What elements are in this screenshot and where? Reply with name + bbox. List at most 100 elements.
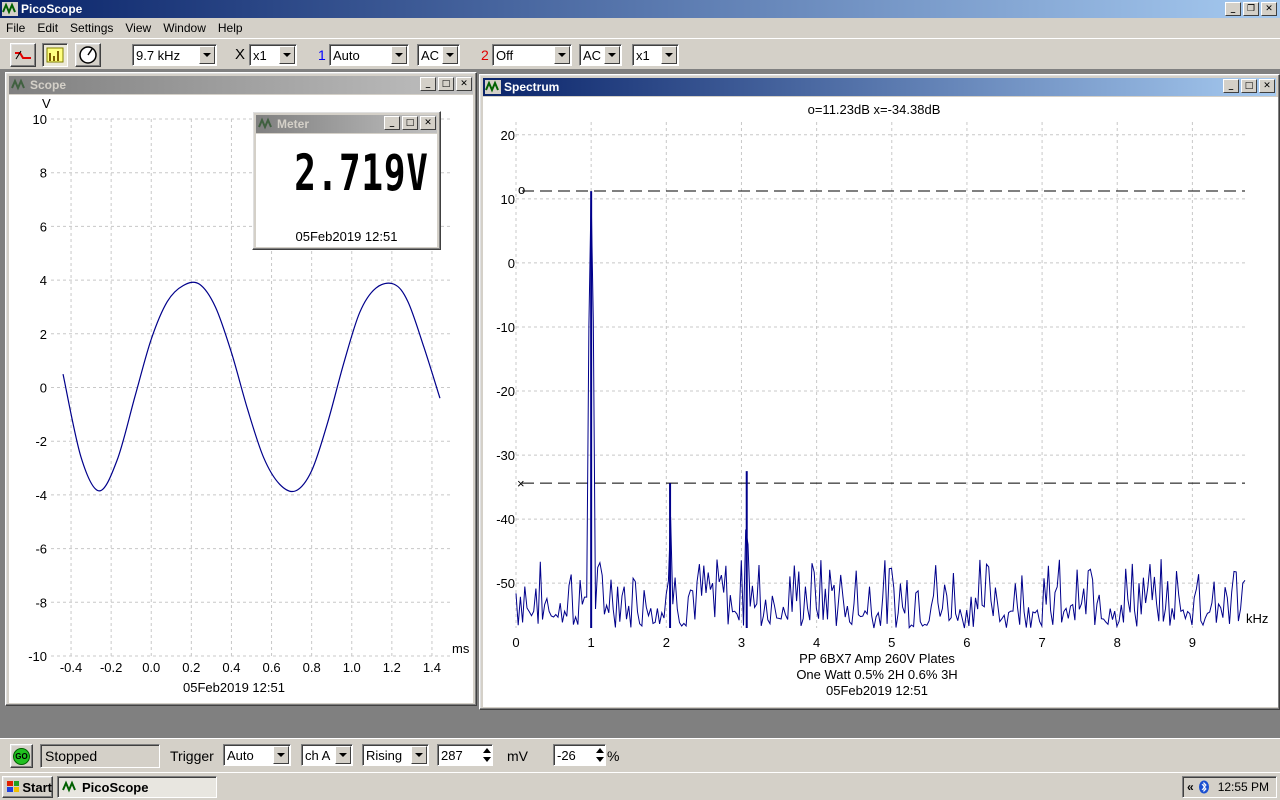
- x-tick-label: 9: [1189, 635, 1196, 650]
- chevron-down-icon[interactable]: [199, 46, 215, 64]
- y-tick-label: 6: [40, 219, 47, 234]
- start-label: Start: [22, 779, 52, 795]
- scope-window-title: Scope: [30, 78, 67, 92]
- minimize-button[interactable]: _: [1225, 2, 1241, 16]
- trigger-level-value: 287: [441, 747, 463, 763]
- trigger-edge-select[interactable]: Rising: [362, 744, 429, 766]
- y-tick-label: -20: [496, 384, 515, 399]
- channel-2-range-value: Off: [496, 47, 514, 63]
- menu-settings[interactable]: Settings: [64, 21, 119, 35]
- menu-view[interactable]: View: [119, 21, 157, 35]
- chevron-down-icon[interactable]: [411, 746, 427, 764]
- meter-display: 2.719V 05Feb2019 12:51: [256, 134, 437, 247]
- start-button[interactable]: Start: [2, 776, 53, 798]
- tray-chevron-icon[interactable]: «: [1183, 780, 1198, 794]
- scope-mode-button[interactable]: [10, 43, 36, 67]
- close-button[interactable]: ✕: [1259, 79, 1275, 93]
- x-tick-label: 8: [1114, 635, 1121, 650]
- scope-footer: 05Feb2019 12:51: [183, 680, 285, 695]
- menu-help[interactable]: Help: [212, 21, 249, 35]
- status-state: Stopped: [40, 744, 160, 768]
- trigger-edge-value: Rising: [366, 747, 403, 763]
- y-tick-label: 20: [501, 128, 515, 143]
- pretrigger-input[interactable]: -26: [553, 744, 606, 766]
- taskbar: Start PicoScope « 12:55 PM: [0, 772, 1280, 800]
- x-tick-label: 0.4: [222, 660, 240, 675]
- meter-reading: 2.719V: [294, 144, 429, 202]
- go-button[interactable]: GO: [10, 744, 33, 768]
- trigger-mode-select[interactable]: Auto: [223, 744, 291, 766]
- chevron-down-icon[interactable]: [442, 46, 458, 64]
- chevron-down-icon[interactable]: [604, 46, 620, 64]
- maximize-button[interactable]: □: [438, 77, 454, 91]
- meter-window: Meter _ □ ✕ 2.719V 05Feb2019 12:51: [252, 111, 441, 250]
- spin-arrows-icon[interactable]: [482, 745, 492, 765]
- meter-mode-button[interactable]: [75, 43, 101, 67]
- taskbar-item-picoscope[interactable]: PicoScope: [57, 776, 217, 798]
- meter-window-caption[interactable]: Meter _ □ ✕: [256, 115, 437, 133]
- spectrum-mode-button[interactable]: [42, 43, 68, 67]
- x-multiplier-label: X: [235, 46, 246, 63]
- trigger-channel-value: ch A: [305, 747, 331, 763]
- timebase-select[interactable]: 9.7 kHz: [132, 44, 217, 66]
- x-tick-label: 1.2: [383, 660, 401, 675]
- y-unit-label: V: [42, 96, 51, 111]
- chevron-down-icon[interactable]: [273, 746, 289, 764]
- channel-2-coupling-select[interactable]: AC: [579, 44, 622, 66]
- taskbar-item-label: PicoScope: [82, 779, 149, 795]
- marker-readout: o=11.23dB x=-34.38dB: [808, 102, 941, 117]
- menu-edit[interactable]: Edit: [31, 21, 64, 35]
- trigger-mode-value: Auto: [227, 747, 254, 763]
- minimize-button[interactable]: _: [420, 77, 436, 91]
- scope-window-caption[interactable]: Scope _ □ ✕: [9, 76, 473, 94]
- y-tick-label: -6: [35, 542, 47, 557]
- y-tick-label: -50: [496, 576, 515, 591]
- channel-1-range-value: Auto: [333, 47, 360, 63]
- channel-2-range-select[interactable]: Off: [492, 44, 572, 66]
- trigger-channel-select[interactable]: ch A: [301, 744, 353, 766]
- x-tick-label: 0.0: [142, 660, 160, 675]
- x-tick-label: 4: [813, 635, 820, 650]
- meter-footer: 05Feb2019 12:51: [295, 229, 398, 244]
- channel-1-range-select[interactable]: Auto: [329, 44, 409, 66]
- spectrum-note-2: One Watt 0.5% 2H 0.6% 3H: [796, 667, 957, 682]
- x-multiplier-select[interactable]: x1: [249, 44, 297, 66]
- picoscope-logo-icon: [258, 117, 272, 130]
- maximize-button[interactable]: □: [1241, 79, 1257, 93]
- x-tick-label: 0.2: [182, 660, 200, 675]
- x-tick-label: 3: [738, 635, 745, 650]
- y-tick-label: -8: [35, 595, 47, 610]
- x-tick-label: 6: [963, 635, 970, 650]
- trigger-level-input[interactable]: 287: [437, 744, 493, 766]
- channel-2-coupling-value: AC: [583, 47, 602, 63]
- chevron-down-icon[interactable]: [391, 46, 407, 64]
- maximize-button[interactable]: □: [402, 116, 418, 130]
- close-button[interactable]: ✕: [1261, 2, 1277, 16]
- chevron-down-icon[interactable]: [661, 46, 677, 64]
- minimize-button[interactable]: _: [1223, 79, 1239, 93]
- channel-1-coupling-select[interactable]: AC: [417, 44, 460, 66]
- x-multiplier-value: x1: [253, 47, 267, 63]
- spectrum-plot-area[interactable]: o=11.23dB x=-34.38dB kHz PP 6BX7 Amp 260…: [483, 97, 1278, 707]
- spectrum-bars-icon: [46, 47, 64, 63]
- bluetooth-icon[interactable]: [1198, 780, 1210, 794]
- channel-2-multiplier-select[interactable]: x1: [632, 44, 679, 66]
- y-tick-label: -4: [35, 488, 47, 503]
- chevron-down-icon[interactable]: [554, 46, 570, 64]
- chevron-down-icon[interactable]: [335, 746, 351, 764]
- menu-file[interactable]: File: [0, 21, 31, 35]
- picoscope-logo-icon: [485, 80, 501, 94]
- close-button[interactable]: ✕: [420, 116, 436, 130]
- x-tick-label: 0.6: [263, 660, 281, 675]
- meter-dial-icon: [79, 46, 97, 64]
- chevron-down-icon[interactable]: [279, 46, 295, 64]
- menu-window[interactable]: Window: [157, 21, 212, 35]
- spectrum-window-caption[interactable]: Spectrum _ □ ✕: [483, 78, 1276, 96]
- channel-2-label: 2: [481, 47, 489, 63]
- restore-button[interactable]: ❐: [1243, 2, 1259, 16]
- close-button[interactable]: ✕: [456, 77, 472, 91]
- x-unit-label: kHz: [1246, 611, 1268, 626]
- y-tick-label: 10: [33, 112, 47, 127]
- spin-arrows-icon[interactable]: [595, 745, 605, 765]
- minimize-button[interactable]: _: [384, 116, 400, 130]
